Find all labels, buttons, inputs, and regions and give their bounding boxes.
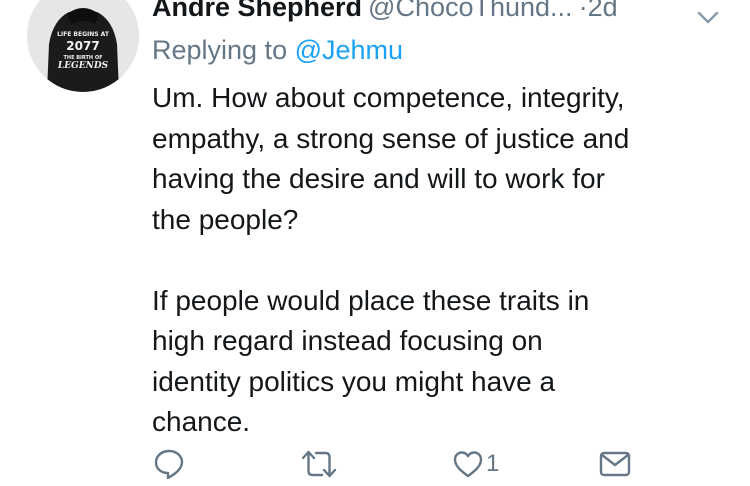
text-line: having the desire and will to work for <box>152 163 605 194</box>
like-count: 1 <box>486 450 500 477</box>
text-line: chance. <box>152 406 251 437</box>
replying-to: Replying to @Jehmu <box>152 32 403 68</box>
hoodie-avatar-image: LIFE BEGINS AT 2077 THE BIRTH OF LEGENDS <box>27 0 139 92</box>
text-line: If people would place these traits in <box>152 284 590 316</box>
retweet-button[interactable] <box>300 444 338 484</box>
reply-mention-link[interactable]: @Jehmu <box>295 35 403 65</box>
avatar-text-line-4: LEGENDS <box>57 61 109 71</box>
text-line: identity politics you might have a <box>152 365 556 397</box>
tweet-text: Um. How about competence, integrity, emp… <box>152 78 742 443</box>
heart-icon <box>453 451 483 478</box>
reply-icon <box>154 449 184 480</box>
text-line: empathy, a strong sense of justice and <box>152 122 630 154</box>
retweet-icon <box>301 450 337 478</box>
avatar-text-line-2: 2077 <box>66 39 99 53</box>
tweet[interactable]: LIFE BEGINS AT 2077 THE BIRTH OF LEGENDS… <box>0 0 750 486</box>
avatar-text-line-1: LIFE BEGINS AT <box>57 31 110 38</box>
chevron-down-icon[interactable] <box>696 0 720 36</box>
like-button[interactable]: 1 <box>452 444 499 484</box>
tweet-header: Andre Shepherd @ChocoThund... ·2d <box>152 0 742 26</box>
text-line: high regard instead focusing on <box>152 325 543 356</box>
timestamp[interactable]: 2d <box>588 0 618 22</box>
text-line: Um. How about competence, integrity, <box>152 82 625 113</box>
tweet-actions: 1 <box>152 444 742 484</box>
separator-dot: · <box>578 0 588 22</box>
display-name[interactable]: Andre Shepherd <box>152 0 362 22</box>
text-line: the people? <box>152 203 299 235</box>
replying-to-label: Replying to <box>152 35 288 65</box>
user-handle[interactable]: @ChocoThund... <box>368 0 573 22</box>
direct-message-button[interactable] <box>598 444 632 484</box>
reply-button[interactable] <box>152 444 186 484</box>
avatar[interactable]: LIFE BEGINS AT 2077 THE BIRTH OF LEGENDS <box>27 0 139 92</box>
envelope-icon <box>599 451 631 477</box>
